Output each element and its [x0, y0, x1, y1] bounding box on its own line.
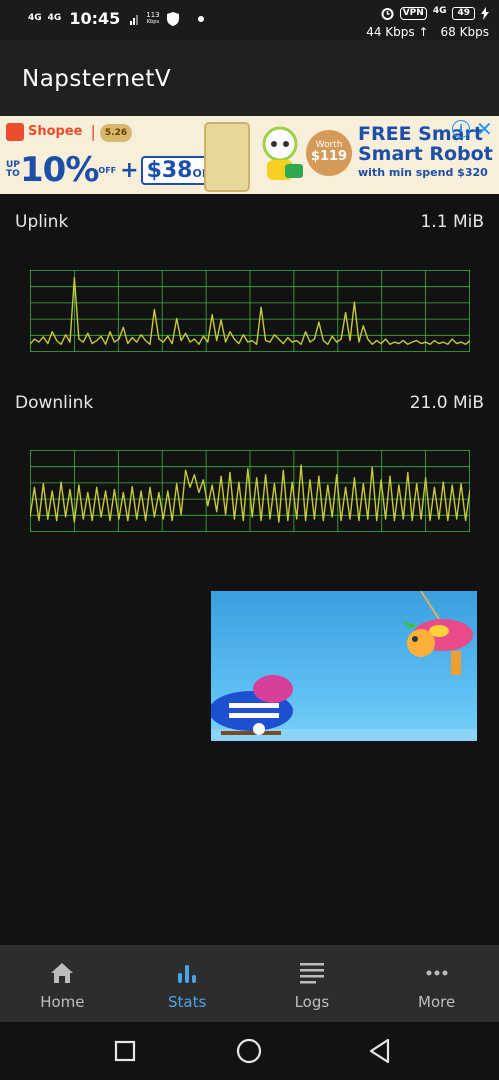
nav-home-label: Home — [40, 993, 85, 1011]
square-icon[interactable] — [114, 1040, 136, 1062]
shield-icon — [166, 11, 179, 26]
ad-worth-value: $119 — [310, 149, 348, 164]
info-icon[interactable]: i — [452, 120, 470, 138]
ad-headline: FREE Smart Smart Robot — [358, 124, 493, 164]
upload-speed: 44 Kbps ↑ — [366, 25, 428, 39]
ad-cashback-value: $38 — [146, 157, 193, 183]
uplink-graph-svg — [30, 270, 470, 352]
stats-icon — [178, 965, 197, 983]
ad-brand: Shopee | — [6, 122, 96, 141]
wifi-signal-icon — [130, 14, 139, 25]
app-title: NapsternetV — [22, 66, 172, 92]
ad-campaign-badge: 5.26 — [100, 124, 132, 142]
home-icon — [51, 963, 74, 983]
alarm-icon — [381, 8, 394, 20]
logs-icon — [299, 963, 324, 984]
status-left-group: 4G 4G 10:45 113 Kbps — [28, 9, 204, 28]
ad-subline: with min spend $320 — [358, 166, 488, 179]
close-icon[interactable]: ✕ — [476, 117, 493, 141]
more-icon — [426, 970, 448, 976]
network-type: 4G — [432, 6, 447, 16]
system-navigation-bar — [0, 1022, 499, 1080]
ad-brand-name: Shopee — [28, 124, 83, 139]
ad-plus: + — [120, 157, 139, 183]
shopee-bag-icon — [6, 122, 24, 141]
video-ad-scene — [211, 591, 477, 741]
downlink-graph — [30, 450, 470, 532]
battery-indicator: 49 — [452, 7, 475, 20]
nav-logs[interactable]: Logs — [250, 945, 375, 1022]
ad-divider: | — [90, 122, 96, 141]
nav-more[interactable]: More — [374, 945, 499, 1022]
triangle-back-icon[interactable] — [368, 1038, 392, 1064]
nav-stats[interactable]: Stats — [125, 945, 250, 1022]
nav-home[interactable]: Home — [0, 945, 125, 1022]
video-ad[interactable] — [211, 591, 477, 741]
uplink-label: Uplink — [15, 212, 69, 232]
signal-indicator-2: 4G — [47, 13, 62, 23]
circle-icon[interactable] — [236, 1038, 262, 1064]
uplink-value: 1.1 MiB — [420, 212, 485, 232]
uplink-graph — [30, 270, 470, 352]
ad-discount: UP TO 10% OFF + $38OFF* — [6, 150, 229, 190]
traffic-speeds: 44 Kbps ↑ 68 Kbps — [366, 25, 489, 39]
upload-speed-text: 44 Kbps — [366, 25, 415, 39]
network-speed-unit: Kbps — [146, 18, 160, 25]
ad-headline-line1: FREE Smart — [358, 123, 483, 145]
bottom-navigation: Home Stats Logs More — [0, 945, 499, 1022]
vpn-badge: VPN — [399, 7, 427, 20]
ad-headline-line2: Smart Robot — [358, 143, 493, 165]
ad-upto: UP TO — [6, 160, 20, 179]
clock: 10:45 — [69, 9, 121, 28]
network-speed-value: 113 — [146, 10, 160, 19]
signal-indicator-1: 4G — [28, 13, 42, 23]
nav-logs-label: Logs — [294, 993, 330, 1011]
ad-worth-badge: Worth $119 — [306, 130, 352, 176]
product-can-image — [204, 122, 250, 192]
upload-arrow-icon: ↑ — [418, 25, 429, 39]
ad-percent-suffix: OFF — [98, 165, 117, 175]
robot-toy-image — [262, 126, 303, 180]
downlink-graph-svg — [30, 450, 470, 532]
download-speed: 68 Kbps — [440, 25, 489, 39]
charging-icon — [481, 7, 489, 20]
status-right-group: VPN 4G 49 — [381, 7, 489, 20]
app-bar: NapsternetV — [0, 40, 499, 116]
nav-more-label: More — [418, 993, 456, 1011]
notification-dot-icon — [197, 15, 204, 22]
network-speed-indicator: 113 Kbps — [146, 10, 160, 26]
downlink-value: 21.0 MiB — [409, 393, 484, 413]
nav-stats-label: Stats — [167, 993, 207, 1011]
status-bar: 4G 4G 10:45 113 Kbps VPN 4G 49 44 Kbps ↑… — [0, 0, 499, 40]
downlink-label: Downlink — [15, 393, 94, 413]
ad-percent: 10% — [20, 150, 99, 190]
